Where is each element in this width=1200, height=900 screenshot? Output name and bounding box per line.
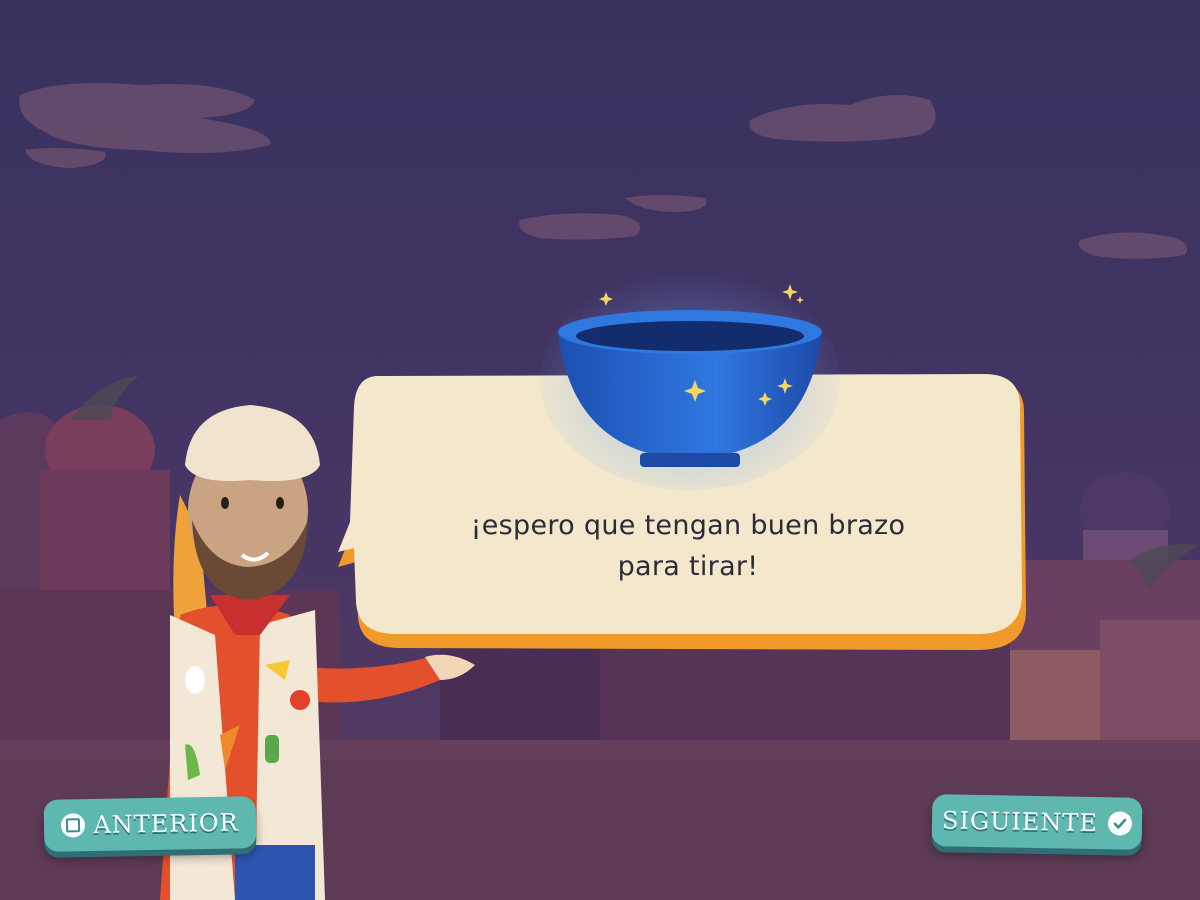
previous-button-label: ANTERIOR	[93, 808, 239, 839]
check-circle-icon	[1107, 811, 1133, 836]
dialog-line-2: para tirar!	[617, 551, 759, 582]
next-button-label: SIGUIENTE	[941, 806, 1099, 838]
previous-button[interactable]: ANTERIOR	[43, 796, 257, 852]
next-button[interactable]: SIGUIENTE	[931, 794, 1143, 850]
stop-square-icon	[61, 813, 86, 838]
dialog-text: ¡espero que tengan buen brazo para tirar…	[380, 505, 996, 587]
bowl-icon	[540, 270, 840, 490]
dialog-line-1: ¡espero que tengan buen brazo	[470, 510, 906, 541]
